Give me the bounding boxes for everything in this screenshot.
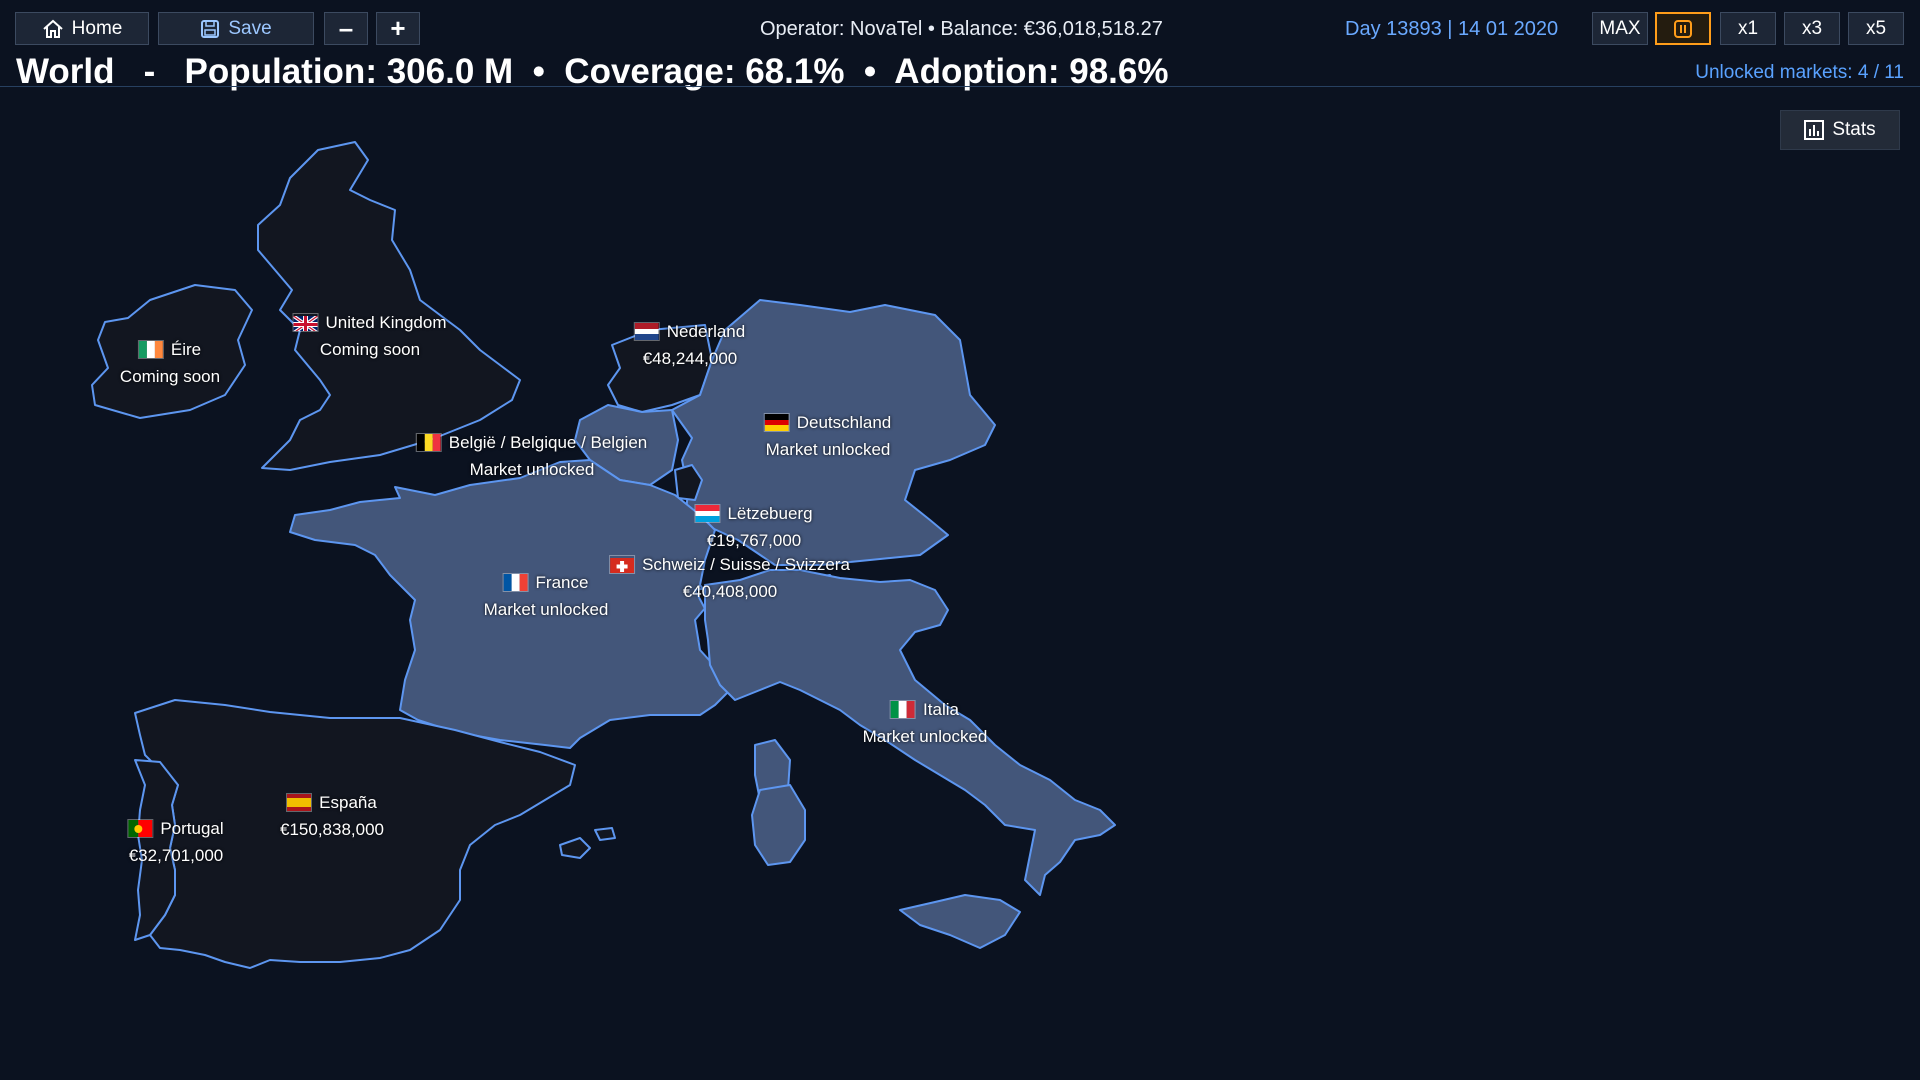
home-icon bbox=[42, 19, 63, 38]
country-name: Nederland bbox=[666, 322, 746, 341]
italy-flag-icon bbox=[891, 701, 916, 718]
home-label: Home bbox=[71, 17, 123, 39]
luxembourg-flag-icon bbox=[695, 505, 720, 522]
country-it[interactable] bbox=[704, 569, 1116, 949]
country-name: Deutschland bbox=[796, 413, 892, 432]
country-status: €40,408,000 bbox=[682, 582, 778, 601]
country-name: Schweiz / Suisse / Svizzera bbox=[642, 555, 850, 574]
operator-balance: Operator: NovaTel • Balance: €36,018,518… bbox=[760, 18, 1163, 40]
country-status: Market unlocked bbox=[483, 600, 609, 619]
save-label: Save bbox=[228, 17, 272, 39]
top-bar: Home Save – + Operator: NovaTel • Balanc… bbox=[0, 0, 1920, 56]
country-uk[interactable] bbox=[257, 141, 521, 471]
label-it[interactable]: Italia Market unlocked bbox=[863, 696, 988, 750]
speed-x3-button[interactable]: x3 bbox=[1784, 12, 1840, 45]
germany-flag-icon bbox=[764, 414, 789, 431]
speed-x1-label: x1 bbox=[1737, 17, 1759, 39]
spain-flag-icon bbox=[287, 794, 312, 811]
label-pt[interactable]: Portugal €32,701,000 bbox=[128, 815, 224, 869]
plus-icon: + bbox=[390, 13, 406, 43]
pause-icon bbox=[1674, 19, 1692, 38]
country-name: Portugal bbox=[160, 819, 224, 838]
label-ch[interactable]: Schweiz / Suisse / Svizzera €40,408,000 bbox=[610, 551, 850, 605]
speed-max-button[interactable]: MAX bbox=[1592, 12, 1648, 45]
save-button[interactable]: Save bbox=[158, 12, 314, 45]
country-status: €32,701,000 bbox=[128, 846, 224, 865]
save-icon bbox=[201, 19, 220, 38]
country-status: €19,767,000 bbox=[706, 531, 802, 550]
label-be[interactable]: België / Belgique / Belgien Market unloc… bbox=[416, 429, 648, 483]
stats-button[interactable]: Stats bbox=[1780, 110, 1900, 150]
country-name: Éire bbox=[170, 340, 202, 359]
minus-icon: – bbox=[338, 13, 354, 43]
day-date: Day 13893 | 14 01 2020 bbox=[1345, 18, 1559, 40]
country-name: España bbox=[319, 793, 377, 812]
label-nl[interactable]: Nederland €48,244,000 bbox=[634, 318, 746, 372]
label-lu[interactable]: Lëtzebuerg €19,767,000 bbox=[695, 500, 813, 554]
speed-x5-label: x5 bbox=[1865, 17, 1887, 39]
speed-x1-button[interactable]: x1 bbox=[1720, 12, 1776, 45]
country-status: €48,244,000 bbox=[642, 349, 738, 368]
label-uk[interactable]: United Kingdom Coming soon bbox=[293, 309, 447, 363]
belgium-flag-icon bbox=[416, 434, 441, 451]
zoom-in-button[interactable]: + bbox=[376, 12, 420, 45]
speed-x3-label: x3 bbox=[1801, 17, 1823, 39]
label-ie[interactable]: Éire Coming soon bbox=[120, 336, 220, 390]
country-name: Italia bbox=[923, 700, 959, 719]
bar-chart-icon bbox=[1804, 120, 1825, 140]
switzerland-flag-icon bbox=[610, 556, 635, 573]
country-name: Lëtzebuerg bbox=[727, 504, 813, 523]
home-button[interactable]: Home bbox=[15, 12, 149, 45]
pause-button[interactable] bbox=[1655, 12, 1711, 45]
label-es[interactable]: España €150,838,000 bbox=[280, 789, 384, 843]
country-status: Market unlocked bbox=[469, 460, 595, 479]
uk-flag-icon bbox=[293, 314, 318, 331]
speed-max-label: MAX bbox=[1599, 17, 1641, 39]
label-de[interactable]: Deutschland Market unlocked bbox=[764, 409, 892, 463]
unlocked-markets: Unlocked markets: 4 / 11 bbox=[1695, 62, 1904, 83]
country-status: Market unlocked bbox=[765, 440, 891, 459]
country-name: United Kingdom bbox=[325, 313, 447, 332]
portugal-flag-icon bbox=[128, 820, 153, 837]
label-fr[interactable]: France Market unlocked bbox=[484, 569, 609, 623]
divider bbox=[0, 86, 1920, 87]
country-status: Coming soon bbox=[119, 367, 221, 386]
country-name: België / Belgique / Belgien bbox=[448, 433, 648, 452]
country-status: €150,838,000 bbox=[280, 820, 384, 839]
europe-map bbox=[91, 141, 1116, 969]
france-flag-icon bbox=[503, 574, 528, 591]
country-name: France bbox=[535, 573, 589, 592]
speed-x5-button[interactable]: x5 bbox=[1848, 12, 1904, 45]
stats-label: Stats bbox=[1832, 119, 1876, 140]
netherlands-flag-icon bbox=[634, 323, 659, 340]
ireland-flag-icon bbox=[138, 341, 163, 358]
zoom-out-button[interactable]: – bbox=[324, 12, 368, 45]
country-status: Market unlocked bbox=[862, 727, 988, 746]
country-status: Coming soon bbox=[319, 340, 421, 359]
